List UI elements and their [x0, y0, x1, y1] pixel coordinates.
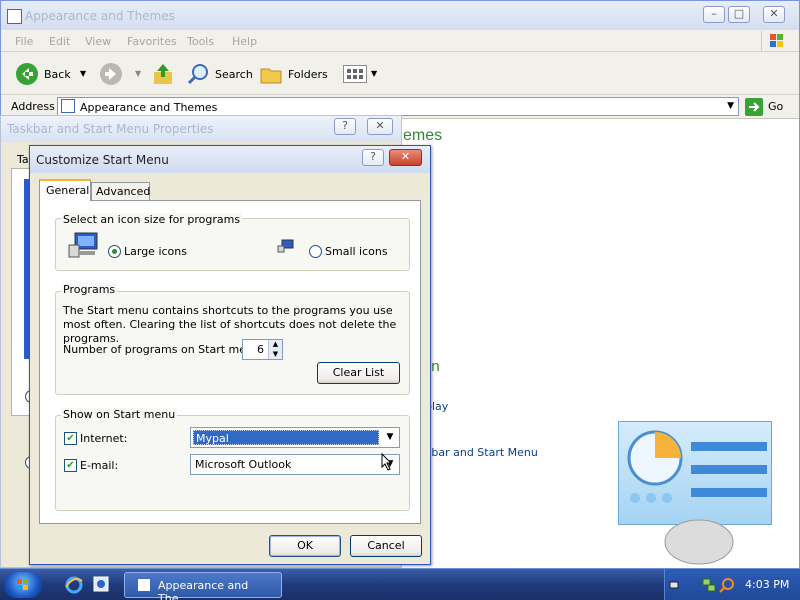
menu-bar: File Edit View Favorites Tools Help	[1, 30, 799, 52]
forward-arrow-icon[interactable]	[99, 62, 123, 86]
large-icons-label: Large icons	[124, 245, 187, 258]
internet-label: Internet:	[80, 432, 128, 445]
folders-icon	[260, 68, 282, 84]
help-button[interactable]: ?	[362, 149, 384, 166]
taskbar-properties-title: Taskbar and Start Menu Properties	[7, 122, 214, 136]
taskbar: Appearance and The... 4:03 PM	[0, 568, 800, 600]
programs-group-label: Programs	[61, 283, 118, 296]
email-client-select[interactable]: Microsoft Outlook ▼	[190, 454, 400, 475]
menu-help[interactable]: Help	[232, 35, 257, 48]
folders-label: Folders	[288, 68, 328, 81]
close-button[interactable]: ✕	[389, 149, 422, 166]
spinner-down-icon[interactable]: ▼	[268, 349, 282, 359]
menu-edit[interactable]: Edit	[49, 35, 70, 48]
taskbar-button-label: Appearance and The...	[158, 579, 249, 600]
menu-file[interactable]: File	[15, 35, 33, 48]
windows-orb-icon	[17, 579, 28, 590]
help-button[interactable]: ?	[334, 118, 356, 135]
menu-favorites[interactable]: Favorites	[127, 35, 177, 48]
spinner-up-icon[interactable]: ▲	[268, 340, 282, 349]
ok-button[interactable]: OK	[269, 535, 341, 557]
small-icons-radio[interactable]	[309, 245, 322, 258]
search-icon	[187, 64, 208, 85]
tab-advanced-label: Advanced	[96, 185, 151, 198]
show-desktop-icon[interactable]	[92, 574, 110, 594]
system-tray: 4:03 PM	[664, 569, 800, 600]
taskbar-button-appearance[interactable]: Appearance and The...	[124, 572, 282, 600]
address-dropdown-icon[interactable]: ▼	[727, 101, 734, 111]
email-client-value: Microsoft Outlook	[195, 458, 292, 471]
folders-button[interactable]: Folders	[259, 61, 329, 87]
task-link-taskbar[interactable]: kbar and Start Menu	[425, 446, 538, 459]
section-heading: n	[431, 359, 440, 375]
up-folder-icon[interactable]	[152, 62, 174, 86]
back-dropdown-icon[interactable]: ▼	[80, 69, 86, 78]
show-on-start-group-label: Show on Start menu	[61, 408, 178, 421]
taskbar-tab[interactable]: Ta	[17, 153, 29, 166]
close-button[interactable]: ✕	[367, 118, 393, 135]
windows-logo-icon	[761, 31, 791, 51]
search-icon[interactable]	[719, 577, 735, 593]
email-label: E-mail:	[80, 459, 119, 472]
dropdown-arrow-icon[interactable]: ▼	[383, 431, 397, 443]
explorer-title: Appearance and Themes	[25, 9, 175, 23]
start-button[interactable]	[4, 572, 42, 598]
program-count-label: Number of programs on Start menu:	[63, 343, 264, 356]
email-checkbox[interactable]: ✔	[64, 459, 77, 472]
clear-list-button[interactable]: Clear List	[317, 362, 400, 384]
control-panel-icon	[7, 9, 22, 24]
address-label: Address	[11, 100, 55, 113]
tab-advanced[interactable]: Advanced	[91, 182, 150, 201]
tab-general[interactable]: General	[39, 179, 91, 201]
program-count-value: 6	[257, 343, 264, 356]
appearance-illustration-icon	[618, 421, 772, 565]
internet-browser-select[interactable]: Mypal ▼	[190, 427, 400, 448]
tab-panel-general: Select an icon size for programs Large i…	[39, 200, 421, 524]
back-label: Back	[44, 68, 71, 81]
large-icons-radio[interactable]	[108, 245, 121, 258]
control-panel-icon	[61, 99, 75, 113]
go-button[interactable]: Go	[745, 97, 789, 117]
small-icons-label: Small icons	[325, 245, 388, 258]
explorer-title-bar[interactable]: Appearance and Themes – □ ✕	[1, 1, 799, 30]
cancel-button[interactable]: Cancel	[350, 535, 422, 557]
standard-toolbar: Back ▼ ▼ Search Folders ▼	[1, 52, 799, 95]
small-icons-computer-icon	[277, 239, 294, 253]
search-button[interactable]: Search	[187, 61, 253, 87]
internet-checkbox[interactable]: ✔	[64, 432, 77, 445]
back-arrow-icon	[16, 63, 38, 85]
address-value: Appearance and Themes	[80, 101, 218, 114]
menu-view[interactable]: View	[85, 35, 111, 48]
forward-dropdown-icon[interactable]: ▼	[135, 69, 141, 78]
internet-browser-value: Mypal	[193, 430, 379, 445]
clock[interactable]: 4:03 PM	[745, 578, 789, 591]
tab-panel-edge	[11, 168, 31, 416]
internet-explorer-icon[interactable]	[64, 575, 84, 595]
icon-size-group-label: Select an icon size for programs	[61, 213, 243, 226]
network-icon[interactable]	[701, 577, 717, 593]
customize-title-bar[interactable]: Customize Start Menu ? ✕	[30, 146, 430, 173]
mouse-cursor-icon	[381, 453, 393, 471]
page-heading: emes	[403, 127, 443, 144]
menu-tools[interactable]: Tools	[187, 35, 214, 48]
search-label: Search	[215, 68, 253, 81]
keyboard-icon[interactable]	[669, 580, 679, 590]
taskbar-properties-title-bar[interactable]: Taskbar and Start Menu Properties ? ✕	[1, 116, 401, 142]
views-dropdown-icon[interactable]: ▼	[371, 69, 377, 78]
dialog-title: Customize Start Menu	[36, 153, 169, 167]
minimize-button[interactable]: –	[703, 6, 725, 23]
tab-general-label: General	[46, 184, 90, 197]
program-count-spinner[interactable]: 6 ▲ ▼	[242, 339, 283, 360]
views-icon[interactable]	[343, 65, 367, 83]
customize-start-menu-dialog: Customize Start Menu ? ✕ General Advance…	[29, 145, 431, 565]
close-button[interactable]: ✕	[763, 6, 785, 23]
go-arrow-icon	[745, 98, 763, 116]
maximize-button[interactable]: □	[728, 6, 750, 23]
programs-description: The Start menu contains shortcuts to the…	[63, 304, 397, 345]
address-field[interactable]: Appearance and Themes ▼	[57, 97, 739, 116]
control-panel-icon	[137, 578, 151, 592]
go-label: Go	[768, 100, 784, 113]
large-icons-computer-icon	[68, 232, 98, 258]
